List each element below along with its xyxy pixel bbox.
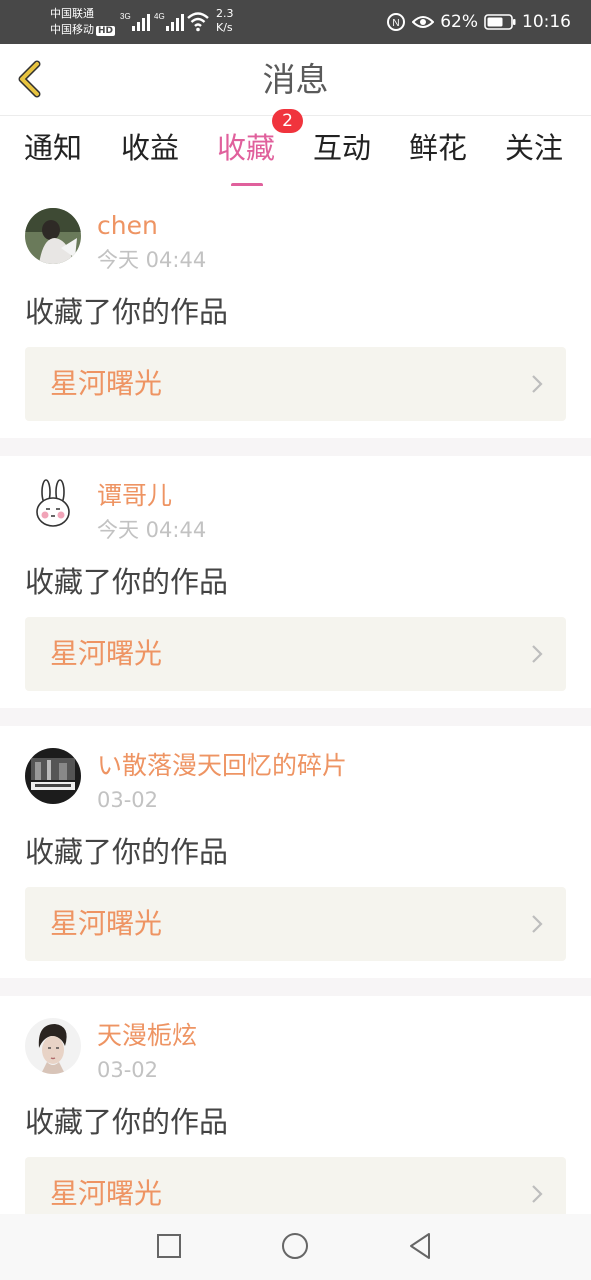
work-title: 星河曙光 — [50, 1177, 163, 1210]
avatar[interactable] — [25, 1018, 81, 1074]
clock: 10:16 — [522, 12, 571, 32]
triangle-back-icon[interactable] — [405, 1230, 437, 1262]
avatar[interactable] — [25, 208, 81, 264]
work-title: 星河曙光 — [50, 907, 163, 940]
list-item: chen 今天 04:44 收藏了你的作品 星河曙光 — [0, 186, 591, 438]
status-bar: 中国联通 中国移动 HD 3G 4G 2.3 K/s N 62% 10:16 — [0, 0, 591, 44]
work-link[interactable]: 星河曙光 — [25, 617, 566, 691]
avatar[interactable] — [25, 748, 81, 804]
work-link[interactable]: 星河曙光 — [25, 1157, 566, 1214]
divider — [0, 708, 591, 726]
timestamp: 03-02 — [97, 1058, 159, 1082]
work-title: 星河曙光 — [50, 637, 163, 670]
username[interactable]: chen — [97, 210, 158, 242]
wifi-icon — [187, 12, 209, 32]
action-text: 收藏了你的作品 — [25, 835, 229, 869]
net-speed-unit: K/s — [216, 21, 233, 34]
notification-list: chen 今天 04:44 收藏了你的作品 星河曙光 谭哥儿 今天 04:44 … — [0, 186, 591, 1214]
net-speed: 2.3 K/s — [216, 7, 234, 35]
username[interactable]: 天漫栀炫 — [97, 1020, 197, 1052]
action-text: 收藏了你的作品 — [25, 295, 229, 329]
tab-notifications[interactable]: 通知 — [24, 128, 82, 178]
username[interactable]: 谭哥儿 — [97, 480, 172, 512]
tab-interactions[interactable]: 互动 — [313, 128, 371, 178]
divider — [0, 978, 591, 996]
tab-favorites[interactable]: 收藏 — [217, 128, 275, 187]
action-text: 收藏了你的作品 — [25, 1105, 229, 1139]
username[interactable]: い散落漫天回忆的碎片 — [97, 750, 347, 782]
system-nav-bar — [0, 1214, 591, 1280]
carrier-1: 中国联通 — [50, 7, 94, 20]
chevron-right-icon — [532, 915, 543, 933]
timestamp: 今天 04:44 — [97, 248, 207, 272]
timestamp: 今天 04:44 — [97, 518, 207, 542]
battery-percent: 62% — [440, 12, 478, 32]
svg-text:3G: 3G — [120, 12, 131, 21]
tab-flowers[interactable]: 鲜花 — [409, 128, 467, 178]
work-title: 星河曙光 — [50, 367, 163, 400]
list-item: い散落漫天回忆的碎片 03-02 收藏了你的作品 星河曙光 — [0, 726, 591, 978]
divider — [0, 438, 591, 456]
screen: 中国联通 中国移动 HD 3G 4G 2.3 K/s N 62% 10:16 消… — [0, 0, 591, 1280]
svg-text:N: N — [393, 18, 400, 29]
timestamp: 03-02 — [97, 788, 159, 812]
status-right: N 62% 10:16 — [386, 0, 571, 44]
header: 消息 — [0, 44, 591, 116]
chevron-right-icon — [532, 645, 543, 663]
tab-follows[interactable]: 关注 — [505, 128, 563, 178]
action-text: 收藏了你的作品 — [25, 565, 229, 599]
net-speed-value: 2.3 — [216, 7, 234, 20]
tab-badge-count: 2 — [272, 109, 303, 133]
list-item: 谭哥儿 今天 04:44 收藏了你的作品 星河曙光 — [0, 456, 591, 708]
carrier-2: 中国移动 — [50, 23, 94, 36]
hd-badge: HD — [96, 26, 116, 36]
nfc-icon: N — [387, 13, 406, 31]
eye-icon — [412, 16, 435, 28]
chevron-right-icon — [532, 1185, 543, 1203]
chevron-right-icon — [532, 375, 543, 393]
battery-icon — [484, 14, 516, 30]
signal-3g-icon: 3G — [120, 12, 150, 31]
svg-text:4G: 4G — [154, 12, 165, 21]
work-link[interactable]: 星河曙光 — [25, 347, 566, 421]
circle-home-icon[interactable] — [279, 1230, 311, 1262]
square-icon[interactable] — [153, 1230, 185, 1262]
avatar[interactable] — [25, 478, 81, 534]
signal-4g-icon: 4G — [154, 12, 184, 31]
carrier-info: 中国联通 中国移动 HD — [50, 6, 116, 38]
work-link[interactable]: 星河曙光 — [25, 887, 566, 961]
list-item: 天漫栀炫 03-02 收藏了你的作品 星河曙光 — [0, 996, 591, 1214]
tab-earnings[interactable]: 收益 — [121, 128, 179, 178]
page-title: 消息 — [262, 60, 329, 99]
